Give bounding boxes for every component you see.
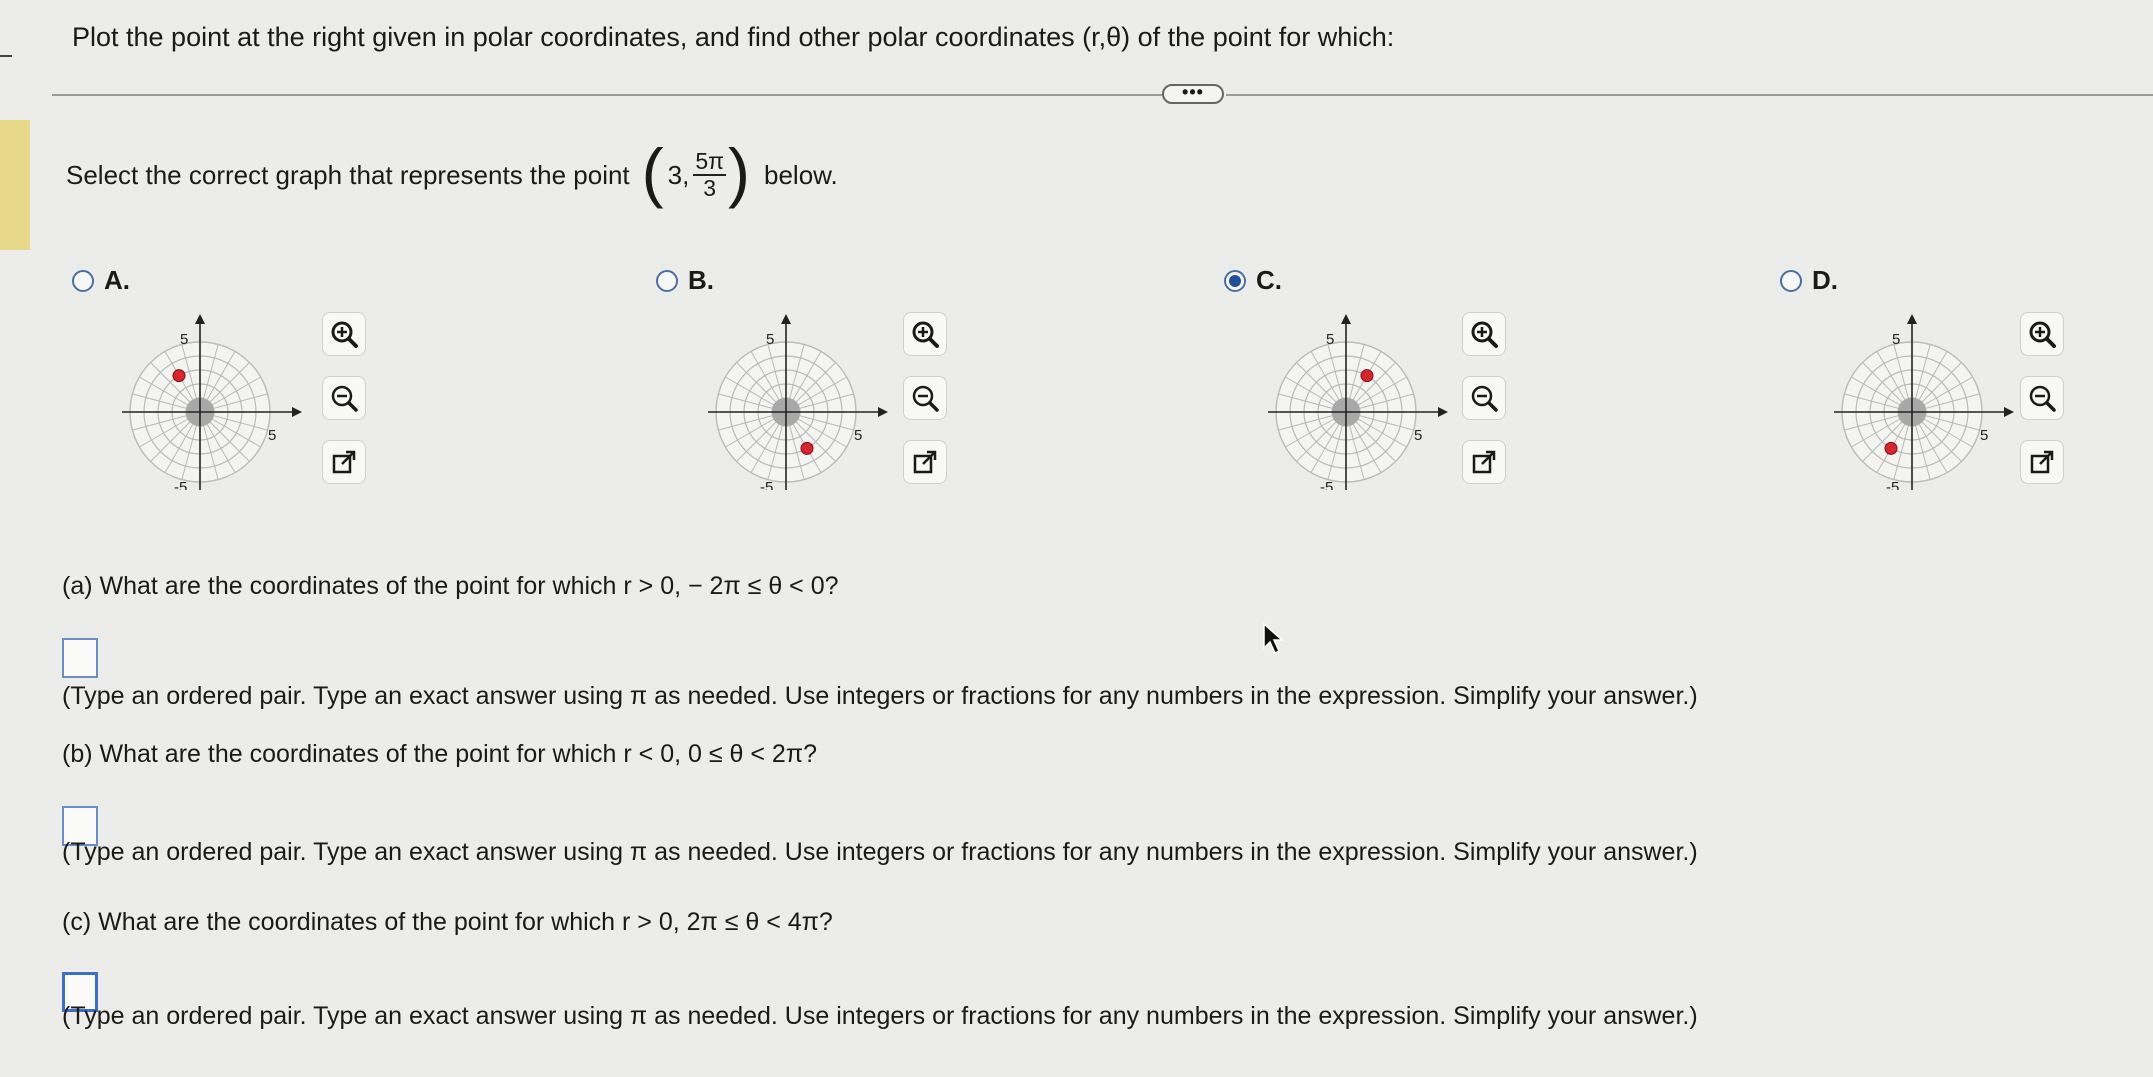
graph-a-tools bbox=[322, 312, 366, 484]
popout-icon bbox=[1472, 450, 1496, 474]
graph-b-tools bbox=[903, 312, 947, 484]
zoom-out-icon bbox=[331, 385, 358, 412]
answer-a-input[interactable] bbox=[62, 638, 98, 678]
left-side-tab[interactable] bbox=[0, 120, 30, 250]
zoom-in-icon bbox=[2029, 321, 2056, 348]
option-b[interactable]: B. bbox=[656, 265, 714, 296]
polar-graph-c: 55-5-5 bbox=[1268, 314, 1448, 490]
fraction-numerator: 5π bbox=[693, 148, 727, 176]
select-after: below. bbox=[764, 159, 838, 190]
zoom-out-icon bbox=[1471, 385, 1498, 412]
point-r: 3, bbox=[667, 159, 690, 190]
zoom-in-button[interactable] bbox=[2020, 312, 2064, 356]
tick-label-y-pos: 5 bbox=[180, 331, 188, 348]
option-d[interactable]: D. bbox=[1780, 265, 1838, 296]
x-axis-arrow bbox=[292, 407, 302, 417]
polar-graph-a: 55-5-5 bbox=[122, 314, 302, 490]
zoom-out-button[interactable] bbox=[2020, 376, 2064, 420]
popout-icon bbox=[332, 450, 356, 474]
option-d-label: D. bbox=[1812, 265, 1838, 295]
x-axis-arrow bbox=[2004, 407, 2014, 417]
tick-label-y-pos: 5 bbox=[1326, 331, 1334, 348]
question-a: (a) What are the coordinates of the poin… bbox=[62, 572, 839, 600]
tick-label-x-pos: 5 bbox=[268, 427, 276, 444]
option-c[interactable]: C. bbox=[1224, 265, 1282, 296]
question-b: (b) What are the coordinates of the poin… bbox=[62, 740, 817, 768]
tick-label-y-neg: -5 bbox=[174, 479, 187, 490]
paren-open: ( bbox=[641, 135, 664, 209]
question-prompt: Plot the point at the right given in pol… bbox=[72, 22, 1395, 52]
zoom-in-button[interactable] bbox=[322, 312, 366, 356]
radio-a[interactable] bbox=[72, 269, 94, 292]
polar-graph-b: 55-5-5 bbox=[708, 314, 888, 490]
polar-graph-d: 55-5-5 bbox=[1834, 314, 2014, 490]
plotted-point bbox=[800, 441, 814, 455]
popout-button[interactable] bbox=[2020, 440, 2064, 484]
popout-button[interactable] bbox=[322, 440, 366, 484]
tick-label-x-pos: 5 bbox=[1980, 427, 1988, 444]
option-a[interactable]: A. bbox=[72, 265, 130, 296]
point-theta-fraction: 5π 3 bbox=[693, 148, 727, 202]
y-axis-arrow bbox=[195, 314, 205, 324]
zoom-in-icon bbox=[331, 321, 358, 348]
graph-d-tools bbox=[2020, 312, 2064, 484]
mouse-cursor-icon bbox=[1263, 622, 1284, 655]
option-a-label: A. bbox=[104, 265, 130, 295]
graph-c-tools bbox=[1462, 312, 1506, 484]
divider-left bbox=[52, 94, 1162, 96]
tick-label-y-neg: -5 bbox=[760, 479, 773, 490]
zoom-in-icon bbox=[912, 321, 939, 348]
fraction-denominator: 3 bbox=[703, 175, 717, 201]
tick-label-x-pos: 5 bbox=[1414, 427, 1422, 444]
zoom-out-button[interactable] bbox=[903, 376, 947, 420]
x-axis-arrow bbox=[878, 407, 888, 417]
zoom-in-button[interactable] bbox=[1462, 312, 1506, 356]
hint-a: (Type an ordered pair. Type an exact ans… bbox=[62, 682, 1698, 710]
zoom-in-button[interactable] bbox=[903, 312, 947, 356]
divider-right bbox=[1226, 94, 2153, 96]
plotted-point bbox=[1360, 369, 1374, 383]
zoom-out-icon bbox=[912, 385, 939, 412]
zoom-out-button[interactable] bbox=[1462, 376, 1506, 420]
zoom-in-icon bbox=[1471, 321, 1498, 348]
select-question: Select the correct graph that represents… bbox=[66, 139, 838, 205]
question-c: (c) What are the coordinates of the poin… bbox=[62, 908, 833, 936]
y-axis-arrow bbox=[781, 314, 791, 324]
popout-icon bbox=[2030, 450, 2054, 474]
plotted-point bbox=[1884, 441, 1898, 455]
popout-icon bbox=[913, 450, 937, 474]
left-dash bbox=[0, 55, 12, 57]
plotted-point bbox=[172, 369, 186, 383]
y-axis-arrow bbox=[1341, 314, 1351, 324]
paren-close: ) bbox=[728, 135, 750, 209]
radio-c[interactable] bbox=[1224, 269, 1246, 292]
radio-b[interactable] bbox=[656, 269, 678, 292]
option-b-label: B. bbox=[688, 265, 714, 295]
popout-button[interactable] bbox=[903, 440, 947, 484]
more-button[interactable]: ••• bbox=[1162, 83, 1224, 104]
zoom-out-button[interactable] bbox=[322, 376, 366, 420]
popout-button[interactable] bbox=[1462, 440, 1506, 484]
tick-label-y-neg: -5 bbox=[1886, 479, 1899, 490]
zoom-out-icon bbox=[2029, 385, 2056, 412]
select-text: Select the correct graph that represents… bbox=[66, 159, 630, 190]
tick-label-y-pos: 5 bbox=[766, 331, 774, 348]
tick-label-x-pos: 5 bbox=[854, 427, 862, 444]
x-axis-arrow bbox=[1438, 407, 1448, 417]
hint-c: (Type an ordered pair. Type an exact ans… bbox=[62, 1002, 1698, 1030]
hint-b: (Type an ordered pair. Type an exact ans… bbox=[62, 838, 1698, 866]
radio-d[interactable] bbox=[1780, 269, 1802, 292]
y-axis-arrow bbox=[1907, 314, 1917, 324]
option-c-label: C. bbox=[1256, 265, 1282, 295]
tick-label-y-neg: -5 bbox=[1320, 479, 1333, 490]
tick-label-y-pos: 5 bbox=[1892, 331, 1900, 348]
